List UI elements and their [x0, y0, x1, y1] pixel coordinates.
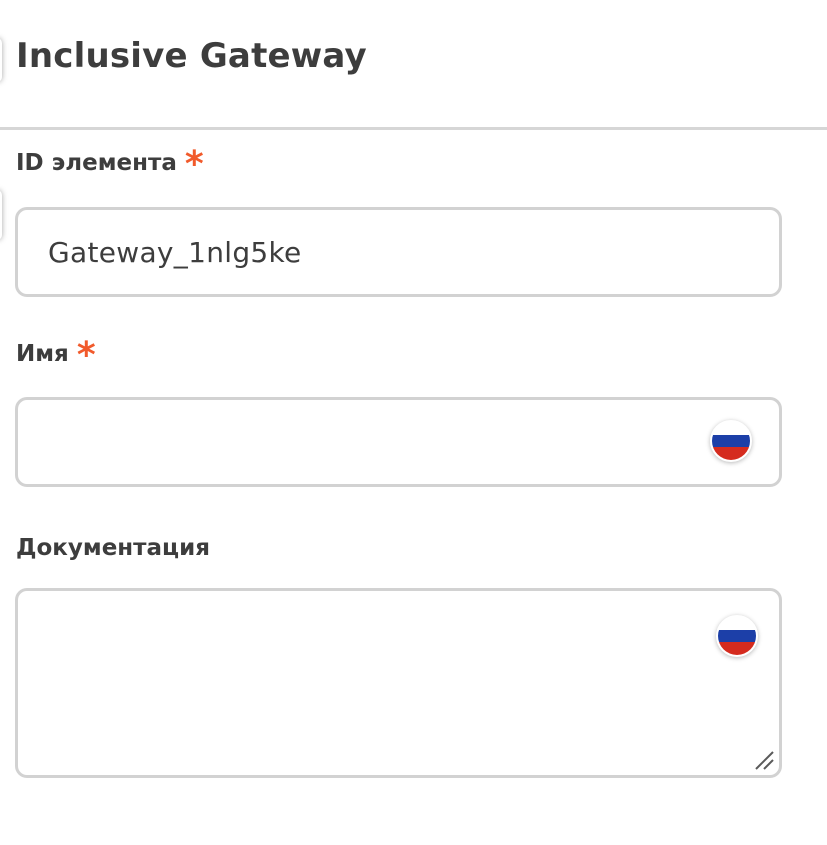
properties-panel: Inclusive Gateway ID элемента * Gateway_1…	[0, 0, 827, 845]
required-asterisk: *	[76, 335, 96, 376]
resize-handle-icon[interactable]	[753, 749, 775, 771]
id-input-value: Gateway_1nlg5ke	[48, 236, 302, 269]
id-field-label-text: ID элемента	[16, 150, 177, 176]
name-field-label-text: Имя	[16, 341, 69, 367]
panel-edge-handle	[0, 38, 2, 82]
name-input[interactable]	[15, 397, 782, 487]
id-field-label: ID элемента *	[16, 147, 204, 183]
name-field-label: Имя *	[16, 338, 96, 374]
russian-flag-icon[interactable]	[710, 420, 752, 462]
header-divider	[0, 127, 827, 130]
russian-flag-icon[interactable]	[716, 615, 758, 657]
documentation-field-label: Документация	[16, 535, 210, 561]
panel-edge-handle	[0, 190, 2, 240]
required-asterisk: *	[184, 144, 204, 185]
documentation-textarea[interactable]	[15, 588, 782, 778]
id-input[interactable]: Gateway_1nlg5ke	[15, 207, 782, 297]
documentation-field-label-text: Документация	[16, 535, 210, 561]
panel-title: Inclusive Gateway	[16, 36, 367, 76]
